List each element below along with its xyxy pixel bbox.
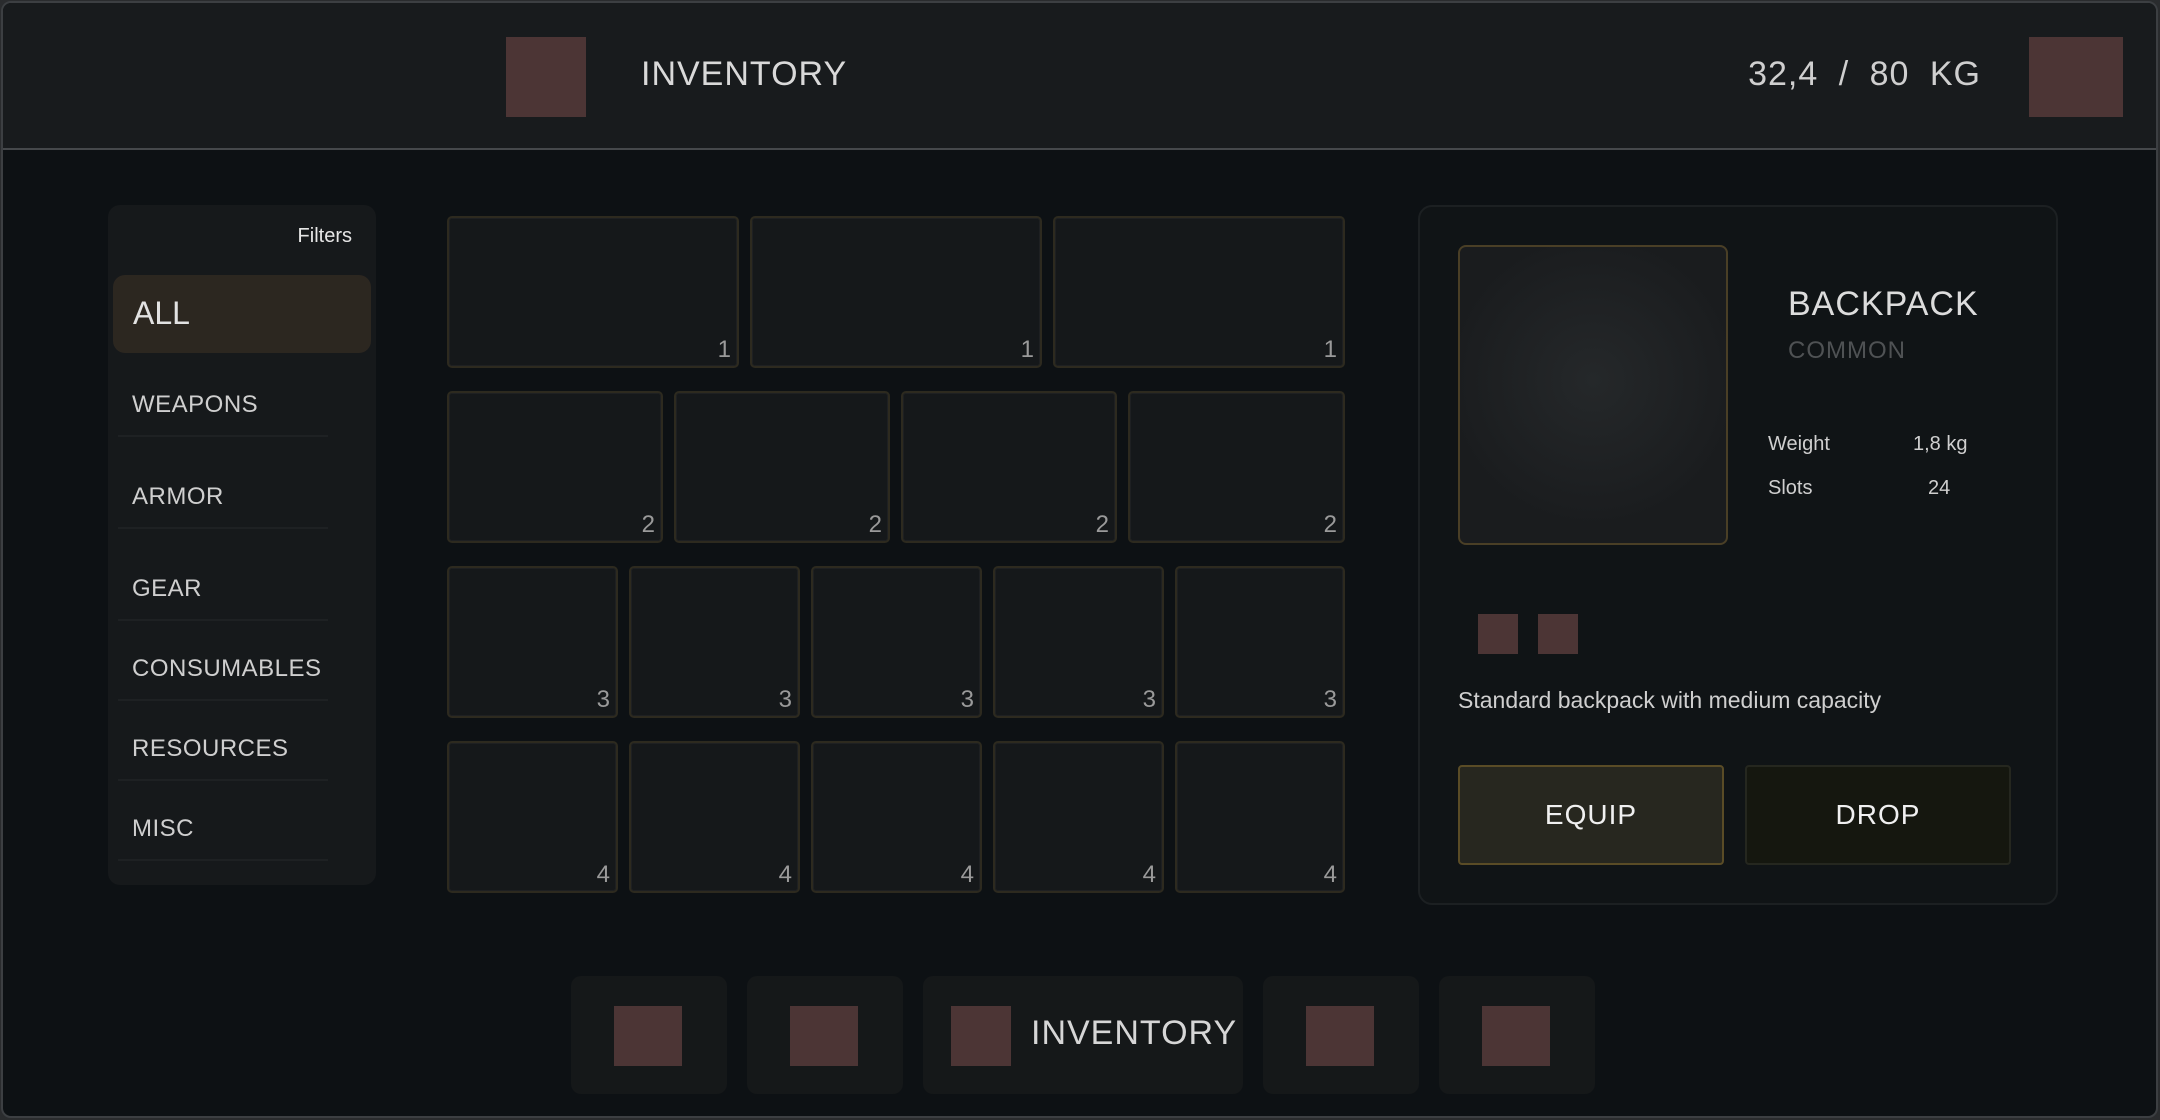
page-title: INVENTORY bbox=[641, 55, 848, 93]
nav-button-inventory[interactable]: INVENTORY bbox=[923, 976, 1243, 1094]
filter-consumables[interactable]: CONSUMABLES bbox=[118, 639, 328, 701]
item-name: BACKPACK bbox=[1788, 285, 1979, 323]
nav-button[interactable] bbox=[1439, 976, 1595, 1094]
inventory-icon bbox=[951, 1006, 1011, 1066]
inventory-slot[interactable]: 4 bbox=[629, 741, 800, 893]
item-tag-icon bbox=[1478, 614, 1518, 654]
nav-icon bbox=[614, 1006, 682, 1066]
stack-count: 3 bbox=[778, 686, 792, 713]
game-window: INVENTORY 32,4 / 80 KG Filters ALL WEAPO… bbox=[1, 1, 2158, 1118]
stack-count: 4 bbox=[596, 861, 610, 888]
inventory-slot[interactable]: 4 bbox=[1175, 741, 1345, 893]
item-tag-icon bbox=[1538, 614, 1578, 654]
stack-count: 4 bbox=[1323, 861, 1337, 888]
nav-button[interactable] bbox=[571, 976, 727, 1094]
inventory-slot[interactable]: 3 bbox=[629, 566, 800, 718]
filter-armor[interactable]: ARMOR bbox=[118, 467, 328, 529]
filter-label: RESOURCES bbox=[132, 735, 289, 762]
nav-button[interactable] bbox=[1263, 976, 1419, 1094]
stack-count: 3 bbox=[1142, 686, 1156, 713]
inventory-slot[interactable]: 2 bbox=[1128, 391, 1345, 543]
inventory-slot[interactable]: 4 bbox=[811, 741, 982, 893]
nav-icon bbox=[1482, 1006, 1550, 1066]
filter-all-label: ALL bbox=[133, 295, 190, 331]
top-bar: INVENTORY 32,4 / 80 KG bbox=[3, 3, 2156, 150]
stack-count: 2 bbox=[641, 511, 655, 538]
inventory-slot[interactable]: 3 bbox=[811, 566, 982, 718]
inventory-slot[interactable]: 4 bbox=[993, 741, 1164, 893]
filter-label: CONSUMABLES bbox=[132, 655, 322, 682]
profile-icon[interactable] bbox=[2029, 37, 2123, 117]
filter-label: MISC bbox=[132, 815, 194, 842]
filters-panel: Filters ALL WEAPONS ARMOR GEAR CONSUMABL… bbox=[108, 205, 376, 885]
stat-weight-value: 1,8 kg bbox=[1913, 433, 1968, 455]
item-preview bbox=[1458, 245, 1728, 545]
nav-label: INVENTORY bbox=[1031, 1014, 1238, 1052]
stack-count: 1 bbox=[717, 336, 731, 363]
item-description: Standard backpack with medium capacity bbox=[1458, 687, 1882, 713]
filter-weapons[interactable]: WEAPONS bbox=[118, 375, 328, 437]
drop-button[interactable]: DROP bbox=[1745, 765, 2011, 865]
stat-slots-value: 24 bbox=[1928, 477, 1951, 499]
item-rarity: COMMON bbox=[1788, 337, 1906, 364]
stack-count: 3 bbox=[960, 686, 974, 713]
filter-resources[interactable]: RESOURCES bbox=[118, 719, 328, 781]
stack-count: 2 bbox=[1323, 511, 1337, 538]
inventory-slot[interactable]: 3 bbox=[993, 566, 1164, 718]
stack-count: 3 bbox=[1323, 686, 1337, 713]
inventory-slot[interactable]: 3 bbox=[447, 566, 618, 718]
inventory-slot[interactable]: 2 bbox=[447, 391, 663, 543]
inventory-slot[interactable]: 2 bbox=[901, 391, 1117, 543]
inventory-slot[interactable]: 4 bbox=[447, 741, 618, 893]
filter-label: ARMOR bbox=[132, 483, 224, 510]
inventory-slot[interactable]: 1 bbox=[1053, 216, 1345, 368]
inventory-slot[interactable]: 2 bbox=[674, 391, 890, 543]
stack-count: 4 bbox=[778, 861, 792, 888]
stack-count: 2 bbox=[868, 511, 882, 538]
stack-count: 1 bbox=[1323, 336, 1337, 363]
filter-label: WEAPONS bbox=[132, 391, 259, 418]
nav-icon bbox=[790, 1006, 858, 1066]
inventory-slot[interactable]: 1 bbox=[750, 216, 1042, 368]
stack-count: 2 bbox=[1095, 511, 1109, 538]
nav-icon bbox=[1306, 1006, 1374, 1066]
stack-count: 1 bbox=[1020, 336, 1034, 363]
filter-misc[interactable]: MISC bbox=[118, 799, 328, 861]
equip-button[interactable]: EQUIP bbox=[1458, 765, 1724, 865]
filter-label: GEAR bbox=[132, 575, 203, 602]
filters-title: Filters bbox=[297, 225, 352, 247]
nav-button[interactable] bbox=[747, 976, 903, 1094]
stack-count: 3 bbox=[596, 686, 610, 713]
stack-count: 4 bbox=[960, 861, 974, 888]
menu-icon[interactable] bbox=[506, 37, 586, 117]
carry-weight: 32,4 / 80 KG bbox=[1748, 55, 1981, 93]
stack-count: 4 bbox=[1142, 861, 1156, 888]
filter-gear[interactable]: GEAR bbox=[118, 559, 328, 621]
stat-slots-label: Slots bbox=[1768, 477, 1813, 499]
filter-all[interactable]: ALL bbox=[113, 275, 371, 353]
inventory-slot[interactable]: 3 bbox=[1175, 566, 1345, 718]
stat-weight-label: Weight bbox=[1768, 433, 1830, 455]
inventory-slot[interactable]: 1 bbox=[447, 216, 739, 368]
